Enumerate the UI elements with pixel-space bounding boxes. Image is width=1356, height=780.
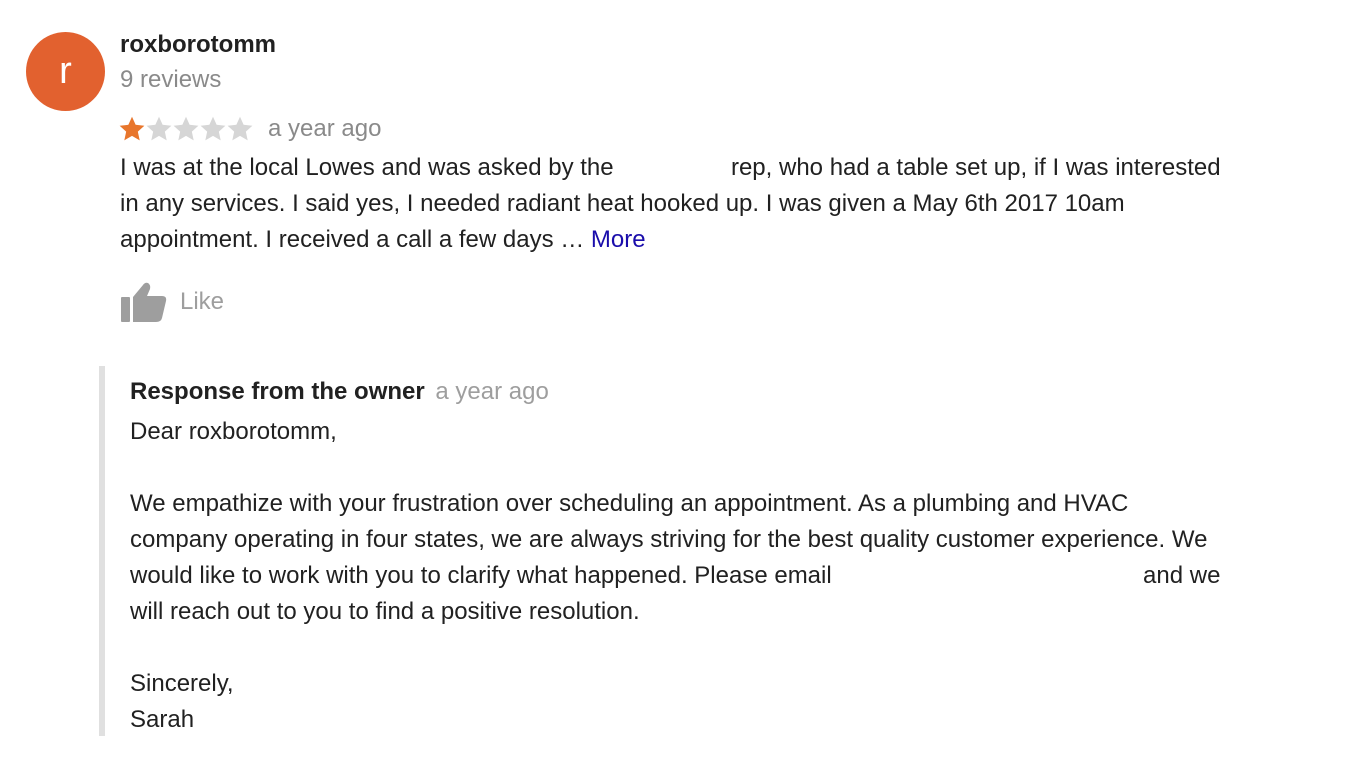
response-body: Dear roxborotomm, We empathize with your… xyxy=(130,414,1310,738)
more-link[interactable]: More xyxy=(591,226,646,253)
response-header: Response from the owner a year ago xyxy=(130,378,549,406)
response-title: Response from the owner xyxy=(130,378,425,405)
star-filled-icon xyxy=(119,116,145,141)
response-signature: Sarah xyxy=(130,706,195,733)
star-empty-icon xyxy=(173,116,199,141)
reviewer-review-count[interactable]: 9 reviews xyxy=(120,66,221,94)
review-card: r roxborotomm 9 reviews a year ago I was… xyxy=(0,0,1356,780)
star-rating xyxy=(118,115,253,143)
review-text-line: in any services. I said yes, I needed ra… xyxy=(120,190,1125,217)
star-empty-icon xyxy=(227,116,253,141)
response-greeting: Dear roxborotomm, xyxy=(130,418,337,445)
response-text-line: We empathize with your frustration over … xyxy=(130,490,1129,517)
avatar-letter: r xyxy=(59,50,72,92)
rating-row: a year ago xyxy=(118,113,381,145)
response-time: a year ago xyxy=(435,378,549,405)
thumbs-up-icon xyxy=(121,282,167,322)
avatar[interactable]: r xyxy=(26,32,105,111)
response-text-line: would like to work with you to clarify w… xyxy=(130,562,1221,589)
star-empty-icon xyxy=(146,116,172,141)
response-text-line: will reach out to you to find a positive… xyxy=(130,598,640,625)
review-time: a year ago xyxy=(268,115,382,142)
response-text-line: company operating in four states, we are… xyxy=(130,526,1208,553)
review-text-line: I was at the local Lowes and was asked b… xyxy=(120,154,1221,181)
reviewer-name[interactable]: roxborotomm xyxy=(120,31,276,59)
response-closing: Sincerely, xyxy=(130,670,234,697)
star-empty-icon xyxy=(200,116,226,141)
review-text: I was at the local Lowes and was asked b… xyxy=(120,150,1320,258)
like-label: Like xyxy=(180,288,225,315)
review-text-line: appointment. I received a call a few day… xyxy=(120,226,646,253)
like-button[interactable]: Like xyxy=(120,280,224,324)
owner-response: Response from the owner a year ago Dear … xyxy=(99,366,1319,736)
